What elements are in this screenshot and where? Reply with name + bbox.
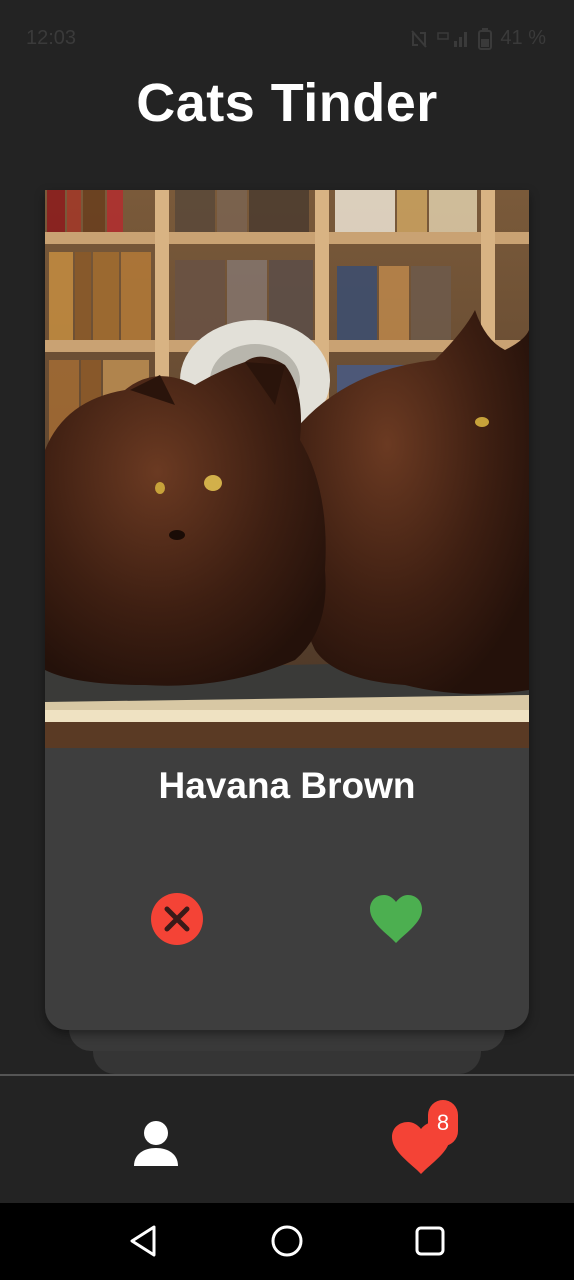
battery-percent: 41 % xyxy=(500,27,546,49)
cat-card[interactable]: Havana Brown xyxy=(45,190,529,1030)
cat-photo xyxy=(45,190,529,748)
status-bar: 12:03 41 % xyxy=(0,0,574,76)
like-button[interactable] xyxy=(367,890,425,948)
back-button[interactable] xyxy=(124,1221,164,1261)
cat-breed-name: Havana Brown xyxy=(158,765,416,806)
status-icons: 41 % xyxy=(410,27,546,50)
dislike-button[interactable] xyxy=(148,890,206,948)
nfc-off-icon xyxy=(411,29,428,48)
person-icon xyxy=(134,1121,178,1166)
app-title: Cats Tinder xyxy=(136,73,438,133)
cat-photo-illustration xyxy=(45,190,529,748)
home-icon xyxy=(271,1225,303,1257)
heart-icon xyxy=(370,895,422,943)
likes-count-badge: 8 xyxy=(428,1100,458,1146)
recents-icon xyxy=(415,1226,445,1256)
status-time: 12:03 xyxy=(26,27,77,49)
system-navigation-bar xyxy=(0,1203,574,1280)
battery-icon xyxy=(478,27,493,50)
home-button[interactable] xyxy=(267,1221,307,1261)
profile-tab[interactable] xyxy=(128,1116,184,1172)
signal-icon xyxy=(437,31,468,47)
recents-button[interactable] xyxy=(410,1221,450,1261)
back-icon xyxy=(130,1225,156,1257)
close-circle-icon xyxy=(151,893,203,945)
bottom-navigation: 8 xyxy=(0,1074,574,1205)
